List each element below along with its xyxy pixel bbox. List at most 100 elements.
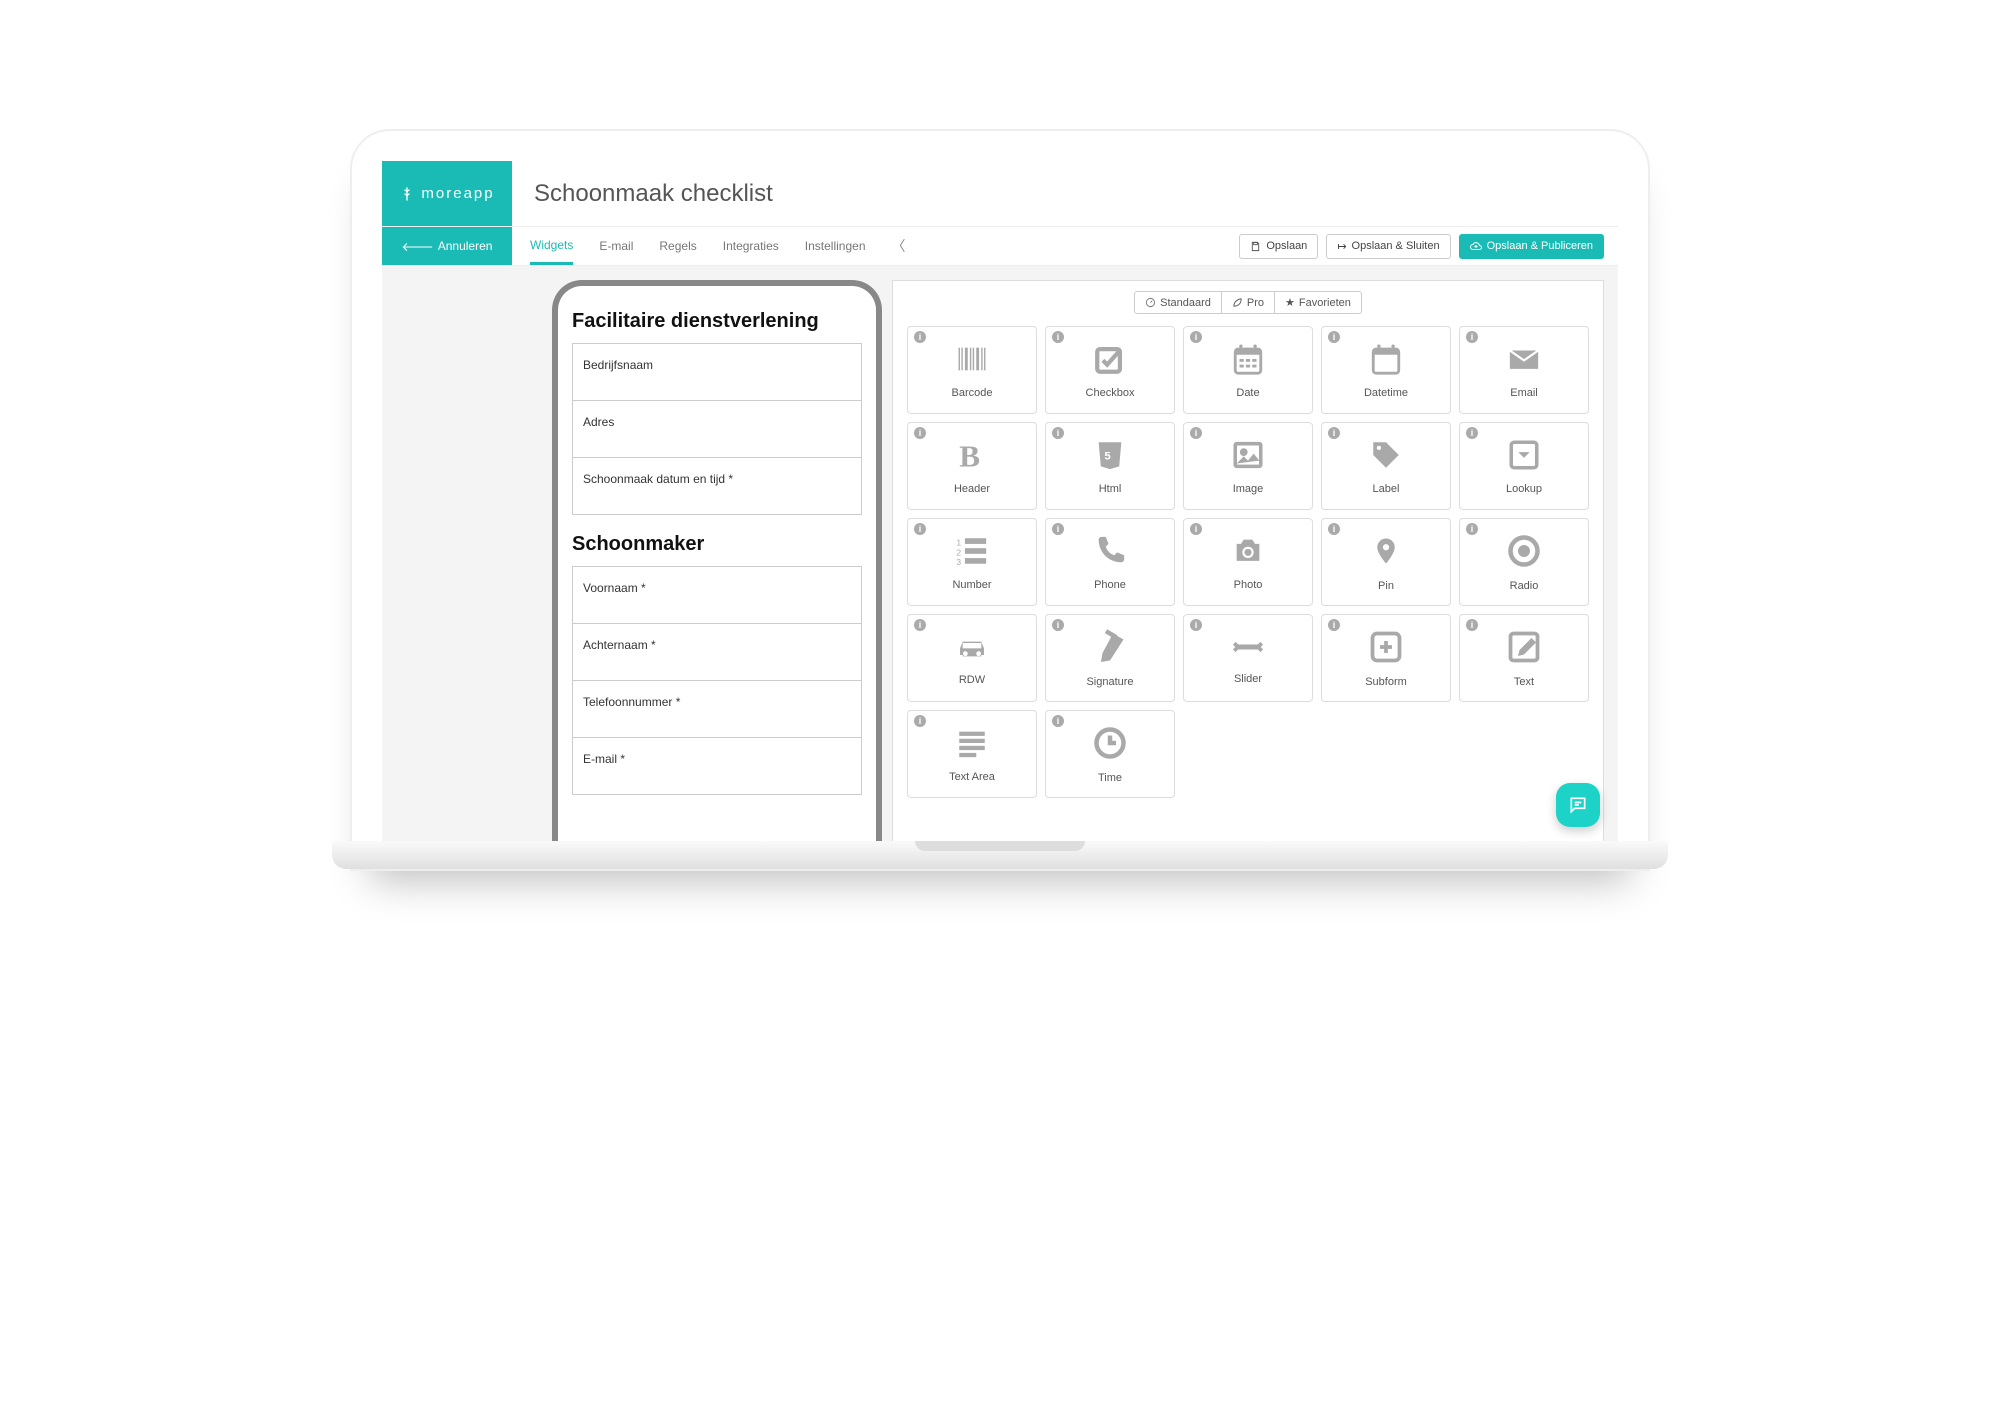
form-preview: Facilitaire dienstverlening Bedrijfsnaam… xyxy=(552,280,882,841)
palette-tab-standard[interactable]: Standaard xyxy=(1134,291,1222,314)
rdw-icon xyxy=(951,631,993,668)
photo-icon xyxy=(1228,534,1268,573)
info-icon[interactable]: i xyxy=(1466,331,1478,343)
label-icon xyxy=(1367,438,1405,477)
info-icon[interactable]: i xyxy=(1190,331,1202,343)
wheat-icon xyxy=(399,186,415,202)
widget-label: Email xyxy=(1510,387,1538,399)
widget-lookup[interactable]: i Lookup xyxy=(1459,422,1589,510)
info-icon[interactable]: i xyxy=(1052,427,1064,439)
cloud-upload-icon xyxy=(1470,240,1482,252)
widget-label: Phone xyxy=(1094,579,1126,591)
widget-phone[interactable]: i Phone xyxy=(1045,518,1175,606)
pin-icon xyxy=(1371,533,1401,574)
svg-text:2: 2 xyxy=(956,547,961,557)
widget-label: Photo xyxy=(1234,579,1263,591)
save-publish-button[interactable]: Opslaan & Publiceren xyxy=(1459,234,1604,259)
tab-settings[interactable]: Instellingen xyxy=(805,227,866,265)
widget-label: Signature xyxy=(1086,676,1133,688)
info-icon[interactable]: i xyxy=(914,715,926,727)
palette-tab-pro[interactable]: Pro xyxy=(1222,291,1275,314)
widget-pin[interactable]: i Pin xyxy=(1321,518,1451,606)
field-voornaam[interactable]: Voornaam * xyxy=(572,566,862,623)
widget-textarea[interactable]: i Text Area xyxy=(907,710,1037,798)
widget-slider[interactable]: i Slider xyxy=(1183,614,1313,702)
chat-button[interactable] xyxy=(1556,783,1600,827)
info-icon[interactable]: i xyxy=(914,427,926,439)
info-icon[interactable]: i xyxy=(1328,619,1340,631)
section-title-2: Schoonmaker xyxy=(572,533,862,556)
checkbox-icon xyxy=(1091,342,1129,381)
tab-widgets[interactable]: Widgets xyxy=(530,227,573,265)
field-adres[interactable]: Adres xyxy=(572,400,862,457)
info-icon[interactable]: i xyxy=(1052,331,1064,343)
info-icon[interactable]: i xyxy=(914,523,926,535)
signature-icon xyxy=(1092,629,1128,670)
brand-text: moreapp xyxy=(421,185,494,202)
image-icon xyxy=(1229,438,1267,477)
field-telefoon[interactable]: Telefoonnummer * xyxy=(572,680,862,737)
info-icon[interactable]: i xyxy=(1052,523,1064,535)
widget-label[interactable]: iLabel xyxy=(1321,422,1451,510)
save-button[interactable]: Opslaan xyxy=(1239,234,1318,259)
tab-rules[interactable]: Regels xyxy=(659,227,696,265)
widget-html[interactable]: i5Html xyxy=(1045,422,1175,510)
info-icon[interactable]: i xyxy=(1466,619,1478,631)
field-datum-tijd[interactable]: Schoonmaak datum en tijd * xyxy=(572,457,862,515)
text-icon xyxy=(1506,629,1542,670)
widget-time[interactable]: i Time xyxy=(1045,710,1175,798)
widget-header[interactable]: i B Header xyxy=(907,422,1037,510)
tab-email[interactable]: E-mail xyxy=(599,227,633,265)
widget-label: Date xyxy=(1236,387,1259,399)
svg-text:B: B xyxy=(959,438,980,472)
widget-label: Datetime xyxy=(1364,387,1408,399)
widget-date[interactable]: i Date xyxy=(1183,326,1313,414)
widget-subform[interactable]: iSubform xyxy=(1321,614,1451,702)
cancel-button[interactable]: 🡐 Annuleren xyxy=(382,227,512,265)
info-icon[interactable]: i xyxy=(1190,619,1202,631)
palette-tab-favorites[interactable]: ★ Favorieten xyxy=(1275,291,1362,314)
info-icon[interactable]: i xyxy=(1466,523,1478,535)
widget-email[interactable]: i Email xyxy=(1459,326,1589,414)
tabs-collapse-chevron[interactable]: 〈 xyxy=(892,236,906,256)
field-bedrijfsnaam[interactable]: Bedrijfsnaam xyxy=(572,343,862,400)
tab-integrations[interactable]: Integraties xyxy=(723,227,779,265)
brand-logo[interactable]: moreapp xyxy=(382,161,512,226)
widget-rdw[interactable]: iRDW xyxy=(907,614,1037,702)
phone-icon xyxy=(1093,534,1127,573)
info-icon[interactable]: i xyxy=(1052,715,1064,727)
widget-barcode[interactable]: iBarcode xyxy=(907,326,1037,414)
info-icon[interactable]: i xyxy=(1328,523,1340,535)
widget-datetime[interactable]: i Datetime xyxy=(1321,326,1451,414)
widget-checkbox[interactable]: iCheckbox xyxy=(1045,326,1175,414)
widget-label: Text Area xyxy=(949,771,995,783)
widget-label: Header xyxy=(954,483,990,495)
info-icon[interactable]: i xyxy=(914,619,926,631)
widget-signature[interactable]: i Signature xyxy=(1045,614,1175,702)
subform-icon xyxy=(1368,629,1404,670)
save-close-button[interactable]: ↦ Opslaan & Sluiten xyxy=(1326,234,1450,259)
info-icon[interactable]: i xyxy=(1190,523,1202,535)
field-achternaam[interactable]: Achternaam * xyxy=(572,623,862,680)
widget-label: Time xyxy=(1098,772,1122,784)
info-icon[interactable]: i xyxy=(1190,427,1202,439)
widget-number[interactable]: i123Number xyxy=(907,518,1037,606)
datetime-icon xyxy=(1367,342,1405,381)
svg-text:5: 5 xyxy=(1104,450,1110,462)
html-icon: 5 xyxy=(1093,438,1127,477)
info-icon[interactable]: i xyxy=(1328,331,1340,343)
widget-text[interactable]: iText xyxy=(1459,614,1589,702)
info-icon[interactable]: i xyxy=(1328,427,1340,439)
info-icon[interactable]: i xyxy=(1466,427,1478,439)
logout-icon: ↦ xyxy=(1337,240,1346,253)
widget-radio[interactable]: iRadio xyxy=(1459,518,1589,606)
widget-photo[interactable]: i Photo xyxy=(1183,518,1313,606)
info-icon[interactable]: i xyxy=(1052,619,1064,631)
svg-text:1: 1 xyxy=(956,537,961,547)
widget-image[interactable]: iImage xyxy=(1183,422,1313,510)
info-icon[interactable]: i xyxy=(914,331,926,343)
widget-label: Lookup xyxy=(1506,483,1542,495)
widget-label: Slider xyxy=(1234,673,1262,685)
widget-label: Pin xyxy=(1378,580,1394,592)
field-email[interactable]: E-mail * xyxy=(572,737,862,795)
